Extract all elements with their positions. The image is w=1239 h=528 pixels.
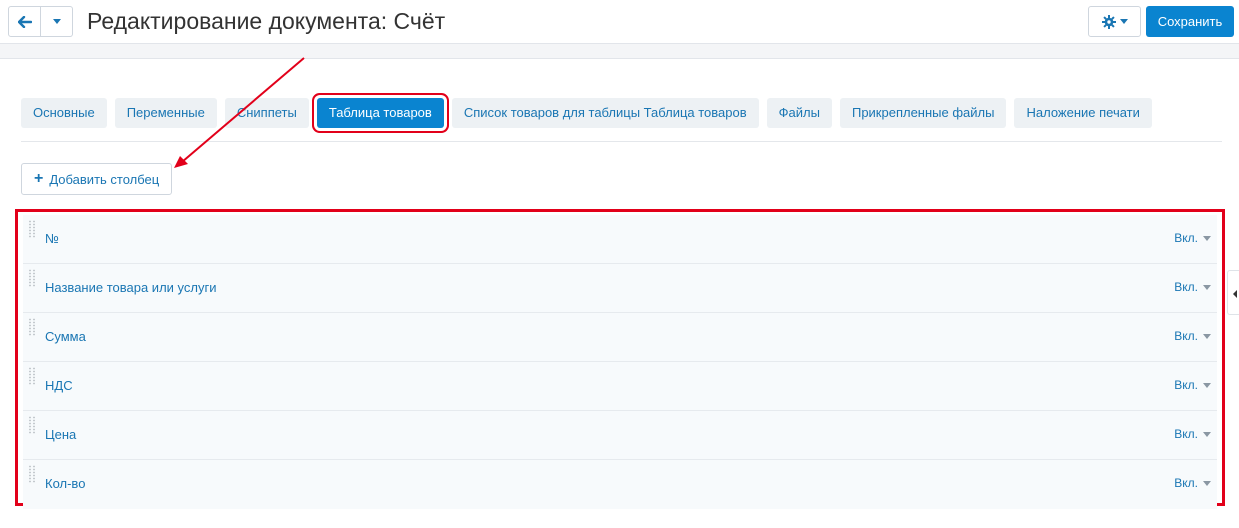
column-status-label: Вкл. bbox=[1174, 427, 1198, 441]
tab-files[interactable]: Файлы bbox=[766, 98, 832, 128]
document-panel: Основные Переменные Сниппеты Таблица тов… bbox=[0, 58, 1239, 528]
navigation-button-group bbox=[8, 6, 73, 37]
column-status-dropdown[interactable]: Вкл. bbox=[1174, 427, 1211, 441]
save-button[interactable]: Сохранить bbox=[1146, 6, 1234, 37]
tab-main[interactable]: Основные bbox=[21, 98, 107, 128]
drag-handle-icon[interactable] bbox=[28, 220, 36, 238]
top-bar: Редактирование документа: Счёт Сохранить bbox=[0, 0, 1239, 44]
drag-handle-icon[interactable] bbox=[28, 269, 36, 287]
tab-stamp-overlay[interactable]: Наложение печати bbox=[1014, 98, 1152, 128]
columns-list: № Вкл. Название товара или услуги Вкл. С… bbox=[15, 209, 1225, 509]
column-status-label: Вкл. bbox=[1174, 329, 1198, 343]
list-item: № Вкл. bbox=[23, 215, 1217, 264]
list-item: НДС Вкл. bbox=[23, 362, 1217, 411]
tab-snippets[interactable]: Сниппеты bbox=[224, 98, 309, 128]
add-column-button[interactable]: + Добавить столбец bbox=[21, 163, 173, 195]
chevron-down-icon bbox=[1119, 19, 1128, 24]
column-status-label: Вкл. bbox=[1174, 476, 1198, 490]
tab-products-list[interactable]: Список товаров для таблицы Таблица товар… bbox=[451, 98, 759, 128]
add-column-label: Добавить столбец bbox=[49, 171, 160, 187]
chevron-down-icon bbox=[1203, 480, 1211, 486]
drag-handle-icon[interactable] bbox=[28, 465, 36, 483]
list-item: Цена Вкл. bbox=[23, 411, 1217, 460]
column-name-link[interactable]: Сумма bbox=[45, 329, 86, 344]
list-item: Название товара или услуги Вкл. bbox=[23, 264, 1217, 313]
arrow-left-icon bbox=[17, 15, 32, 28]
chevron-down-icon bbox=[1203, 431, 1211, 437]
column-name-link[interactable]: Название товара или услуги bbox=[45, 280, 216, 295]
gear-icon bbox=[1101, 14, 1116, 29]
column-name-link[interactable]: Кол-во bbox=[45, 476, 85, 491]
tab-attached-files[interactable]: Прикрепленные файлы bbox=[839, 98, 1007, 128]
column-status-dropdown[interactable]: Вкл. bbox=[1174, 378, 1211, 392]
drag-handle-icon[interactable] bbox=[28, 416, 36, 434]
settings-button[interactable] bbox=[1088, 6, 1141, 37]
column-status-dropdown[interactable]: Вкл. bbox=[1174, 329, 1211, 343]
chevron-down-icon bbox=[1203, 382, 1211, 388]
chevron-down-icon bbox=[1203, 284, 1211, 290]
tab-bar: Основные Переменные Сниппеты Таблица тов… bbox=[21, 98, 1152, 128]
column-name-link[interactable]: НДС bbox=[45, 378, 73, 393]
chevron-down-icon bbox=[1203, 235, 1211, 241]
column-status-dropdown[interactable]: Вкл. bbox=[1174, 231, 1211, 245]
tab-products-table[interactable]: Таблица товаров bbox=[316, 98, 444, 128]
column-status-dropdown[interactable]: Вкл. bbox=[1174, 280, 1211, 294]
sidebar-toggle-button[interactable] bbox=[1227, 270, 1239, 315]
chevron-down-icon bbox=[1203, 333, 1211, 339]
list-item: Кол-во Вкл. bbox=[23, 460, 1217, 509]
tabs-divider bbox=[21, 141, 1222, 142]
column-name-link[interactable]: Цена bbox=[45, 427, 76, 442]
page-title: Редактирование документа: Счёт bbox=[87, 8, 446, 34]
chevron-down-icon bbox=[52, 19, 61, 24]
back-button[interactable] bbox=[8, 6, 41, 37]
navigation-menu-button[interactable] bbox=[41, 6, 73, 37]
drag-handle-icon[interactable] bbox=[28, 318, 36, 336]
plus-icon: + bbox=[34, 170, 44, 187]
column-status-label: Вкл. bbox=[1174, 231, 1198, 245]
column-name-link[interactable]: № bbox=[45, 231, 59, 246]
tab-variables[interactable]: Переменные bbox=[114, 98, 217, 128]
column-status-dropdown[interactable]: Вкл. bbox=[1174, 476, 1211, 490]
column-status-label: Вкл. bbox=[1174, 378, 1198, 392]
list-item: Сумма Вкл. bbox=[23, 313, 1217, 362]
drag-handle-icon[interactable] bbox=[28, 367, 36, 385]
column-status-label: Вкл. bbox=[1174, 280, 1198, 294]
